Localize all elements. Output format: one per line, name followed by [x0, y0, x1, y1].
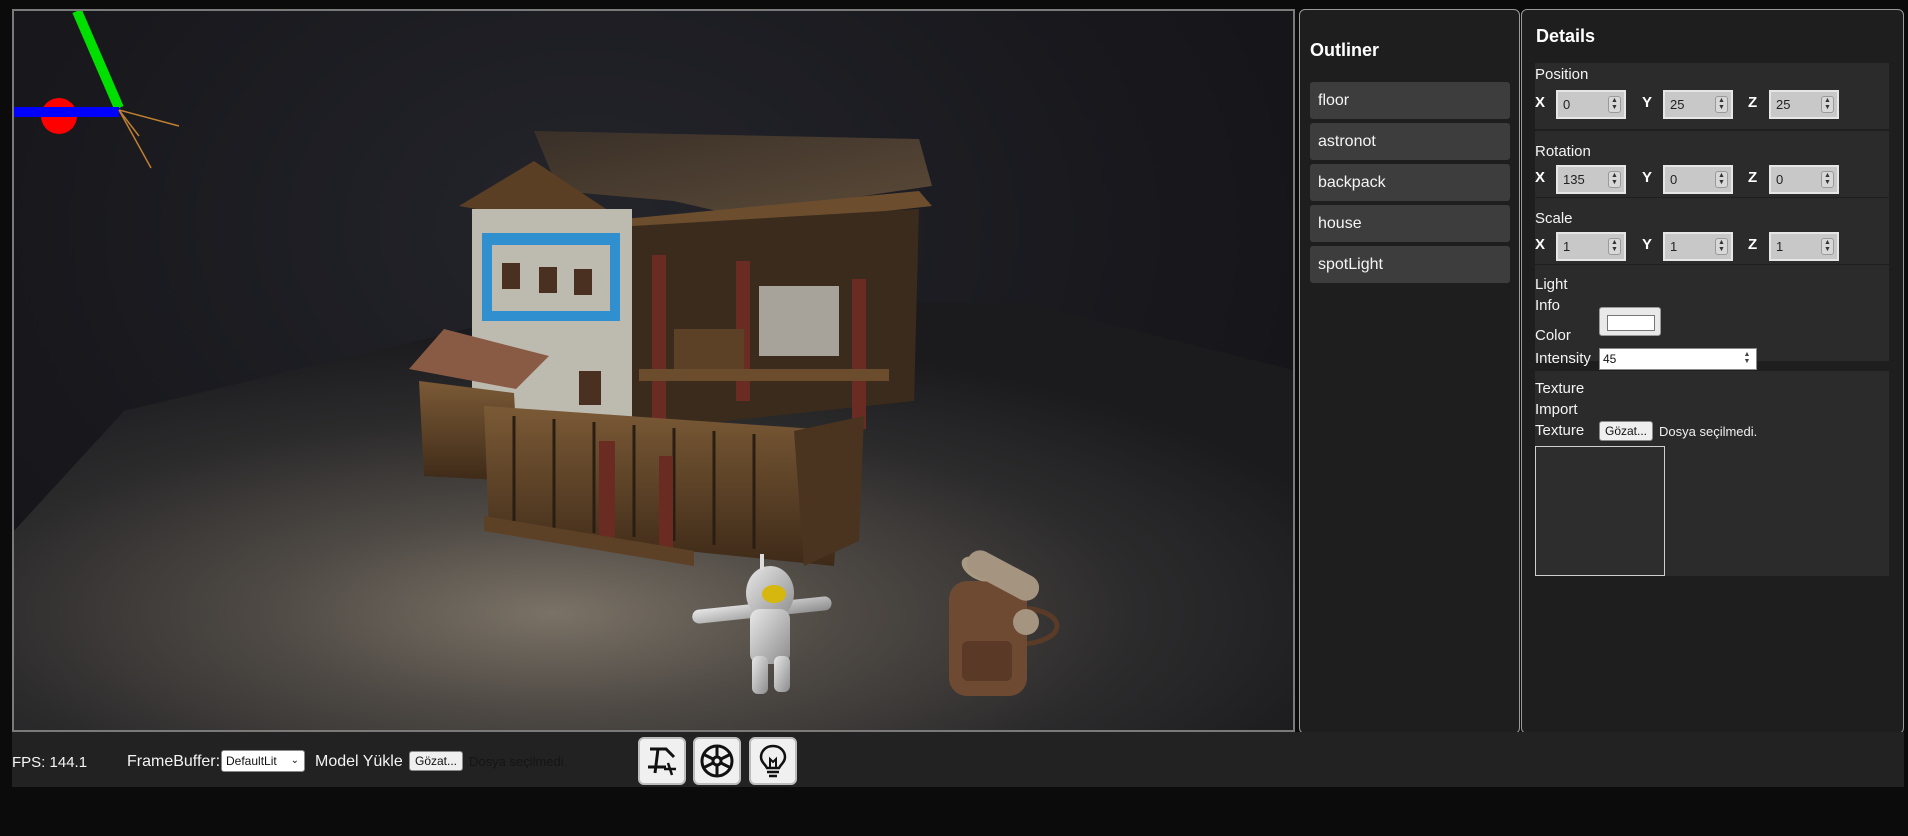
color-swatch-fill	[1607, 315, 1655, 331]
model-browse-button[interactable]: Gözat...	[409, 751, 464, 771]
spinner-icon[interactable]: ▲ ▼	[1715, 238, 1728, 255]
axis-z-label: Z	[1748, 236, 1758, 253]
wheel-tool-button[interactable]	[693, 737, 741, 785]
position-x-value: 0	[1563, 97, 1571, 112]
scale-z-input[interactable]: 1 ▲ ▼	[1769, 232, 1839, 261]
scale-section: Scale X 1 ▲ ▼ Y 1 ▲ ▼ Z 1 ▲ ▼	[1535, 198, 1889, 264]
light-bulb-icon	[759, 744, 787, 778]
texture-label-line1: Texture	[1535, 380, 1585, 397]
intensity-value: 45	[1603, 352, 1617, 366]
axis-y-label: Y	[1642, 169, 1653, 186]
texture-import-section: Texture Import Texture Gözat... Dosya se…	[1535, 371, 1889, 576]
scene-render	[14, 11, 1293, 730]
light-color-picker[interactable]	[1599, 307, 1661, 336]
scale-y-input[interactable]: 1 ▲ ▼	[1663, 232, 1733, 261]
light-tool-button[interactable]	[749, 737, 797, 785]
spinner-icon[interactable]: ▲ ▼	[1821, 96, 1834, 113]
outliner-item-house[interactable]: house	[1310, 205, 1510, 242]
scale-y-value: 1	[1670, 239, 1678, 254]
outliner-item-backpack[interactable]: backpack	[1310, 164, 1510, 201]
spinner-icon[interactable]: ▲ ▼	[1608, 171, 1621, 188]
outliner-item-floor[interactable]: floor	[1310, 82, 1510, 119]
spinner-icon[interactable]: ▲ ▼	[1821, 238, 1834, 255]
texture-preview	[1535, 446, 1665, 576]
model-no-file-text: Dosya seçilmedi.	[469, 754, 568, 769]
details-panel: Details Position X 0 ▲ ▼ Y 25 ▲ ▼ Z 25 ▲ ▼ …	[1521, 9, 1904, 734]
axis-x-label: X	[1535, 236, 1546, 253]
rotation-y-value: 0	[1670, 172, 1678, 187]
translate-tool-button[interactable]	[638, 737, 686, 785]
light-info-label-line2: Info	[1535, 297, 1561, 314]
fps-counter: FPS: 144.1	[12, 754, 88, 771]
axis-y-label: Y	[1642, 236, 1653, 253]
position-y-input[interactable]: 25 ▲ ▼	[1663, 90, 1733, 119]
axis-z-label: Z	[1748, 169, 1758, 186]
framebuffer-select[interactable]: DefaultLit ⌄	[221, 750, 305, 772]
rotation-z-input[interactable]: 0 ▲ ▼	[1769, 165, 1839, 194]
wheel-icon	[700, 744, 734, 778]
outliner-item-astronot[interactable]: astronot	[1310, 123, 1510, 160]
color-label: Color	[1535, 327, 1571, 344]
texture-label-line2: Import	[1535, 401, 1578, 418]
position-section: Position X 0 ▲ ▼ Y 25 ▲ ▼ Z 25 ▲ ▼	[1535, 63, 1889, 129]
rotation-section: Rotation X 135 ▲ ▼ Y 0 ▲ ▼ Z 0 ▲ ▼	[1535, 131, 1889, 197]
axis-z-label: Z	[1748, 94, 1758, 111]
spinner-icon[interactable]: ▲ ▼	[1608, 238, 1621, 255]
position-y-value: 25	[1670, 97, 1685, 112]
axis-x-label: X	[1535, 94, 1546, 111]
texture-no-file-text: Dosya seçilmedi.	[1659, 424, 1758, 439]
intensity-input[interactable]: 45 ▲ ▼	[1599, 348, 1757, 370]
spinner-icon[interactable]: ▲ ▼	[1715, 96, 1728, 113]
spinner-icon[interactable]: ▲ ▼	[1741, 351, 1753, 367]
outliner-panel: Outliner floor astronot backpack house s…	[1299, 9, 1520, 734]
texture-browse-button[interactable]: Gözat...	[1599, 421, 1654, 441]
rotation-x-input[interactable]: 135 ▲ ▼	[1556, 165, 1626, 194]
rotation-x-value: 135	[1563, 172, 1585, 187]
texture-field-label: Texture	[1535, 422, 1585, 439]
rotation-y-input[interactable]: 0 ▲ ▼	[1663, 165, 1733, 194]
spinner-icon[interactable]: ▲ ▼	[1608, 96, 1621, 113]
position-z-value: 25	[1776, 97, 1791, 112]
outliner-list: floor astronot backpack house spotLight	[1310, 82, 1510, 287]
scale-x-input[interactable]: 1 ▲ ▼	[1556, 232, 1626, 261]
spinner-icon[interactable]: ▲ ▼	[1715, 171, 1728, 188]
scale-z-value: 1	[1776, 239, 1784, 254]
model-load-label: Model Yükle	[315, 753, 403, 770]
framebuffer-value: DefaultLit	[226, 754, 277, 768]
intensity-label: Intensity	[1535, 350, 1591, 367]
rotation-label: Rotation	[1535, 143, 1591, 160]
outliner-title: Outliner	[1310, 40, 1380, 60]
position-x-input[interactable]: 0 ▲ ▼	[1556, 90, 1626, 119]
outliner-item-spotlight[interactable]: spotLight	[1310, 246, 1510, 283]
chevron-down-icon: ⌄	[290, 755, 299, 766]
framebuffer-label: FrameBuffer:	[127, 753, 221, 770]
light-info-label-line1: Light	[1535, 276, 1568, 293]
spinner-icon[interactable]: ▲ ▼	[1821, 171, 1834, 188]
scale-label: Scale	[1535, 210, 1573, 227]
rotation-z-value: 0	[1776, 172, 1784, 187]
position-z-input[interactable]: 25 ▲ ▼	[1769, 90, 1839, 119]
axis-gizmo	[14, 11, 180, 169]
3d-viewport[interactable]	[12, 9, 1295, 732]
axis-x-label: X	[1535, 169, 1546, 186]
axis-y-label: Y	[1642, 94, 1653, 111]
translate-gizmo-icon	[648, 747, 676, 776]
details-title: Details	[1536, 26, 1596, 46]
bottom-toolbar: FPS: 144.1 FrameBuffer: DefaultLit ⌄ Mod…	[12, 732, 1904, 787]
light-info-section: Light Info Color Intensity 45 ▲ ▼	[1535, 265, 1889, 370]
position-label: Position	[1535, 66, 1589, 83]
scale-x-value: 1	[1563, 239, 1571, 254]
